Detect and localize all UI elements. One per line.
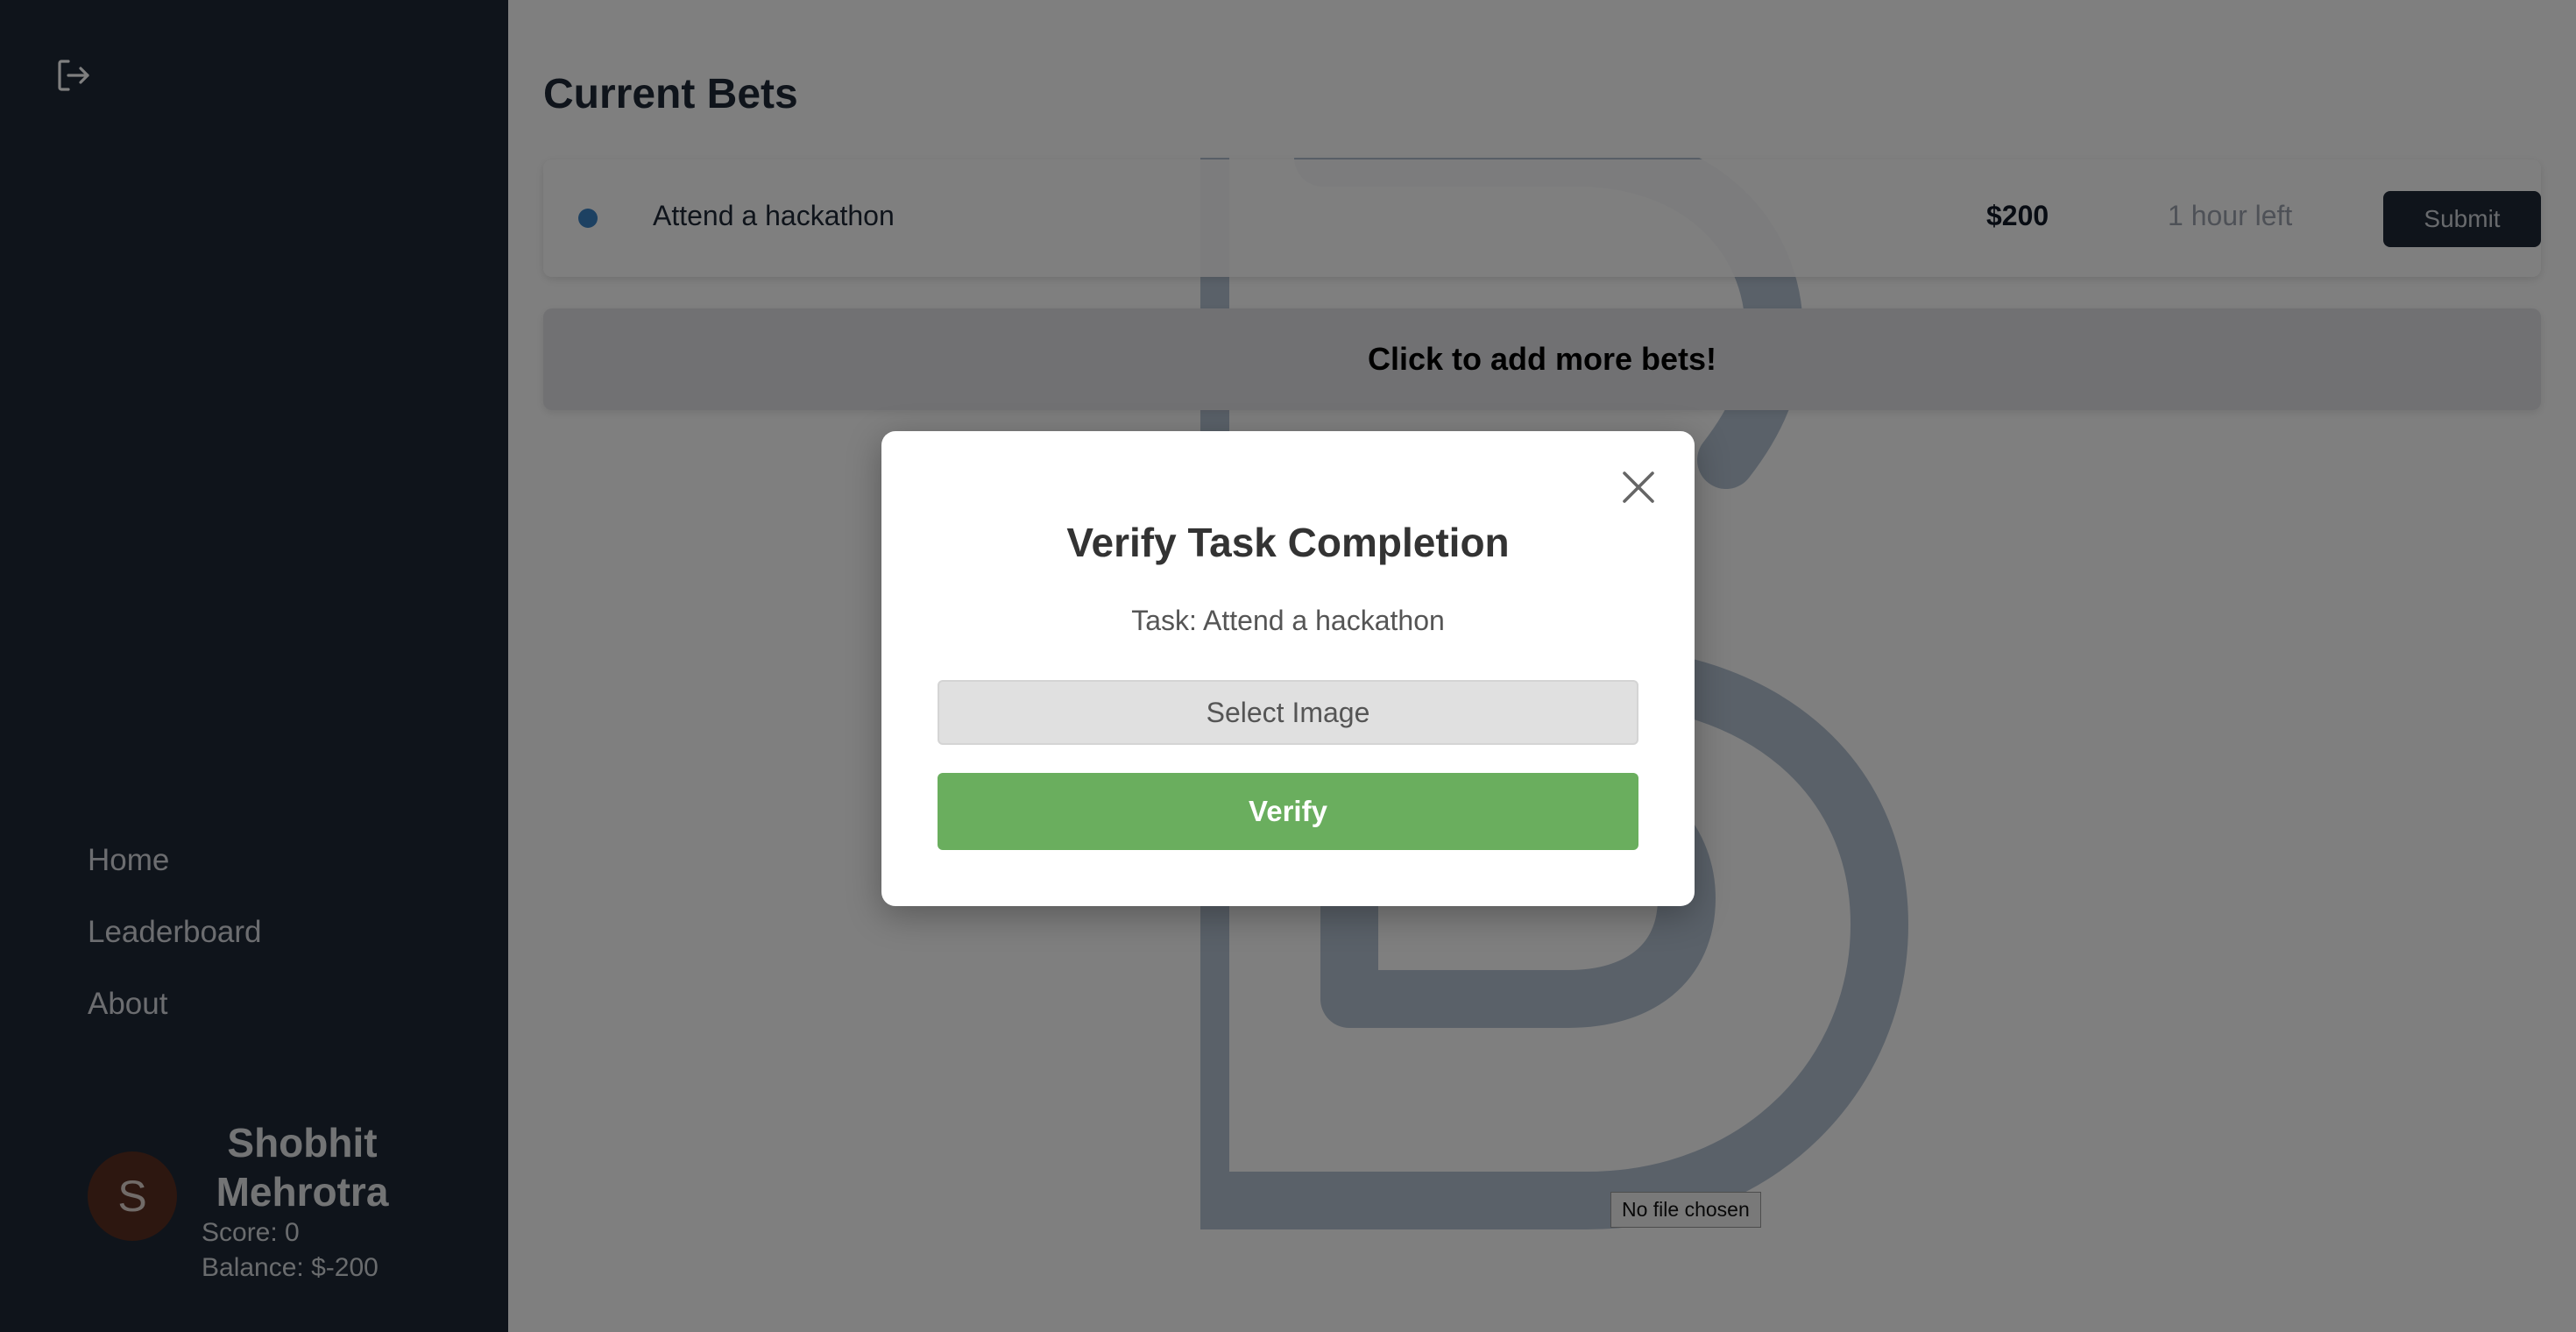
modal-task-text: Task: Attend a hackathon	[1131, 605, 1445, 636]
verify-button[interactable]: Verify	[938, 773, 1638, 850]
modal-title: Verify Task Completion	[1066, 520, 1510, 565]
close-icon[interactable]	[1617, 466, 1660, 508]
select-image-button[interactable]: Select Image	[938, 680, 1638, 745]
verify-modal: Verify Task Completion Task: Attend a ha…	[881, 431, 1695, 906]
